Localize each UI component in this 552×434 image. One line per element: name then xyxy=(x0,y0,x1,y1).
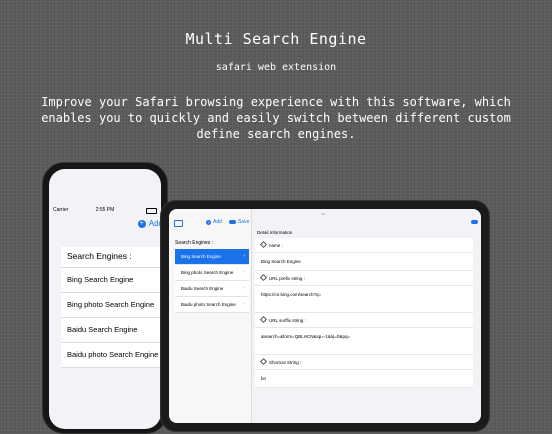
diamond-icon xyxy=(259,240,268,249)
list-item[interactable]: Bing Search Engine xyxy=(61,268,161,293)
suffix-label-text: URL surffix string : xyxy=(269,318,306,323)
status-time: 2:55 PM xyxy=(95,207,115,213)
cloud-icon xyxy=(229,220,236,224)
hero-description: Improve your Safari browsing experience … xyxy=(41,95,511,141)
shortcut-label-text: Shortcut String : xyxy=(269,360,302,365)
plus-circle-icon: + xyxy=(206,219,211,225)
save-button-label: Save xyxy=(238,219,250,225)
shortcut-label: Shortcut String : xyxy=(255,355,473,370)
iphone-frame: Carrier 2:55 PM + Add Search Engines : B… xyxy=(42,162,168,434)
iphone-screen: Carrier 2:55 PM + Add Search Engines : B… xyxy=(49,169,161,429)
chevron-right-icon: › xyxy=(243,269,245,275)
list-item[interactable]: Baidu Search Engine xyxy=(61,318,161,343)
sidebar-item-bing[interactable]: Bing Search Engine › xyxy=(175,249,249,265)
sidebar-item-label: Baidu photo Search Engine xyxy=(181,302,236,307)
sidebar-list: Bing Search Engine › Bing photo Search En… xyxy=(175,249,249,313)
sidebar-item-baidu-photo[interactable]: Baidu photo Search Engine › xyxy=(175,297,249,313)
name-label: name : xyxy=(255,238,473,253)
add-button[interactable]: + Add xyxy=(137,219,161,228)
detail-card: name : Bing Search Engine URL prefix str… xyxy=(255,238,473,388)
plus-circle-icon: + xyxy=(137,219,146,228)
sidebar-title: Search Engines : xyxy=(175,240,214,246)
sidebar-item-label: Baidu Search Engine xyxy=(181,286,224,291)
prefix-label-text: URL prefix string : xyxy=(269,276,305,281)
add-button-label: Add xyxy=(213,219,222,225)
detail-panel: Detail Information name : Bing Search En… xyxy=(255,229,477,388)
ipad-screen: 9:41 PM Sun Mar 16 ••• + Add Save Search… xyxy=(169,209,481,423)
diamond-icon xyxy=(259,357,268,366)
status-bar: Carrier 2:55 PM xyxy=(53,207,157,217)
battery-icon xyxy=(146,208,157,214)
sidebar-item-bing-photo[interactable]: Bing photo Search Engine › xyxy=(175,265,249,281)
chevron-right-icon: › xyxy=(243,253,245,259)
chevron-right-icon: › xyxy=(243,301,245,307)
prefix-label: URL prefix string : xyxy=(255,271,473,286)
search-engine-list: Search Engines : Bing Search Engine Bing… xyxy=(61,247,161,368)
chevron-right-icon: › xyxy=(243,285,245,291)
sidebar-item-label: Bing photo Search Engine xyxy=(181,270,234,275)
suffix-field[interactable]: &search=&form=QBLHCN&sp=-1&lq=0&pq= xyxy=(255,328,473,355)
prefix-field[interactable]: https://cn.bing.com/search?q= xyxy=(255,286,473,313)
multitask-dots-icon[interactable]: ••• xyxy=(321,211,325,216)
sidebar: + Add Save Search Engines : Bing Search … xyxy=(169,209,252,423)
save-button[interactable]: Save xyxy=(229,219,249,225)
diamond-icon xyxy=(259,273,268,282)
list-item[interactable]: Baidu photo Search Engine xyxy=(61,343,161,368)
hero-title: Multi Search Engine xyxy=(185,30,367,48)
add-button[interactable]: + Add xyxy=(206,219,222,225)
name-field[interactable]: Bing Search Engine xyxy=(255,253,473,271)
ipad-frame: 9:41 PM Sun Mar 16 ••• + Add Save Search… xyxy=(160,200,490,432)
shortcut-field[interactable]: bn xyxy=(255,370,473,388)
detail-title: Detail Information xyxy=(257,230,293,235)
sidebar-item-label: Bing Search Engine xyxy=(181,254,221,259)
diamond-icon xyxy=(259,315,268,324)
list-item[interactable]: Bing photo Search Engine xyxy=(61,293,161,318)
sidebar-item-baidu[interactable]: Baidu Search Engine › xyxy=(175,281,249,297)
name-label-text: name : xyxy=(269,243,283,248)
suffix-label: URL surffix string : xyxy=(255,313,473,328)
list-header: Search Engines : xyxy=(61,247,161,268)
hero-subtitle: safari web extension xyxy=(215,62,337,73)
cloud-icon[interactable] xyxy=(471,220,478,224)
sidebar-toggle-icon[interactable] xyxy=(174,220,183,227)
